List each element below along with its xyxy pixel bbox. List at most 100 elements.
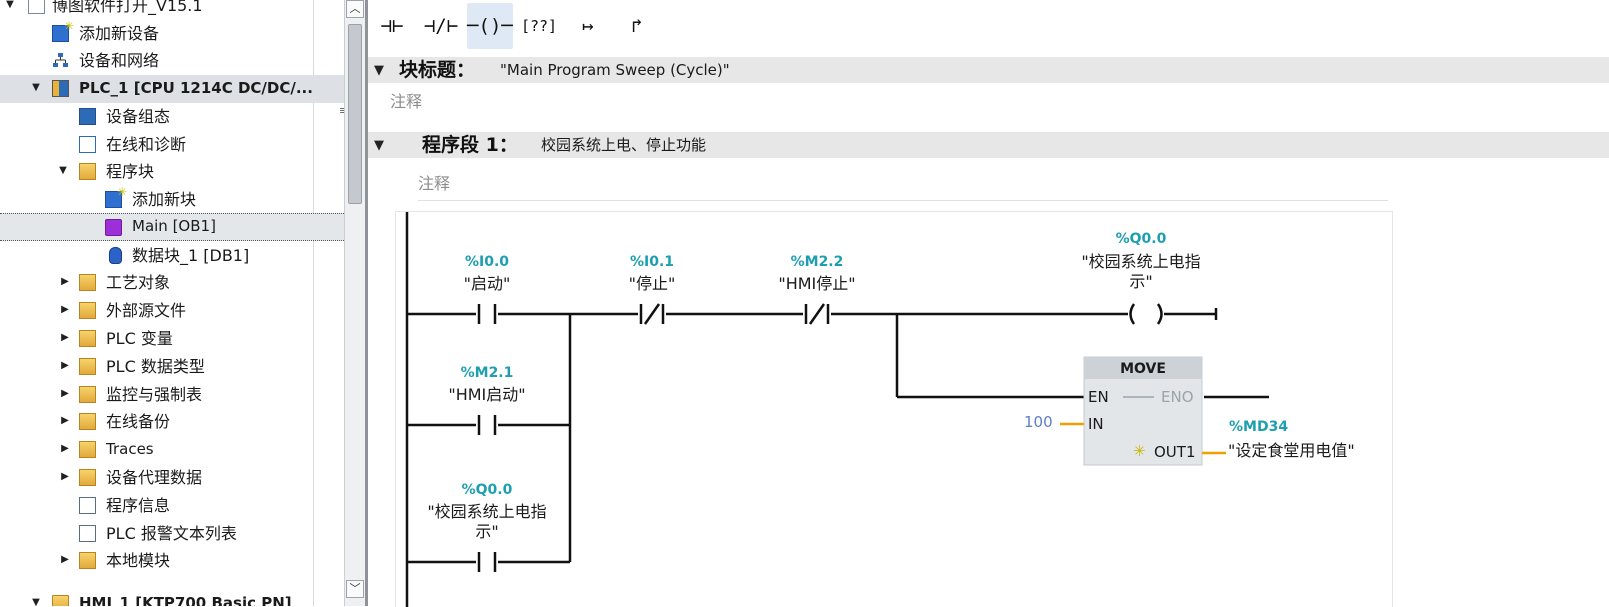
network-title-value[interactable]: 校园系统上电、停止功能 <box>541 136 706 154</box>
tree-item-online-diagnostics[interactable]: 在线和诊断 <box>0 131 344 159</box>
external-source-icon <box>79 302 96 319</box>
coil-address[interactable]: %Q0.0 <box>1091 231 1191 247</box>
tree-item-devices-networks[interactable]: 设备和网络 <box>0 47 344 75</box>
tree-scrollbar[interactable]: ︿ ﹀ <box>344 0 365 606</box>
contact-address[interactable]: %I0.1 <box>602 254 702 270</box>
tree-item-online-backup[interactable]: ▶ 在线备份 <box>0 408 344 436</box>
expand-arrow-icon[interactable]: ▶ <box>59 443 71 455</box>
contact-address[interactable]: %Q0.0 <box>437 482 537 498</box>
block-title-bar[interactable]: ▼ 块标题： "Main Program Sweep (Cycle)" <box>368 57 1609 83</box>
tree-item-add-device[interactable]: 添加新设备 <box>0 19 344 48</box>
coil-tag[interactable]: "校园系统上电指 <box>1061 252 1221 272</box>
collapse-arrow-icon[interactable]: ▼ <box>30 597 42 606</box>
contact-tag[interactable]: "校园系统上电指 <box>412 502 562 522</box>
move-in-pin: IN <box>1088 415 1104 433</box>
tree-item-plc-tags[interactable]: ▶ PLC 变量 <box>0 325 344 353</box>
tree-item-label: 外部源文件 <box>106 301 187 320</box>
tree-item-hmi1[interactable]: ▼ HMI_1 [KTP700 Basic PN] <box>0 590 344 606</box>
plc-data-types-icon <box>79 358 96 375</box>
contact-tag[interactable]: "HMI停止" <box>757 274 877 294</box>
tree-item-label: 设备代理数据 <box>106 468 203 487</box>
collapse-arrow-icon[interactable]: ▼ <box>4 0 16 11</box>
move-out-pin: OUT1 <box>1154 443 1196 461</box>
tree-item-db1[interactable]: 数据块_1 [DB1] <box>0 242 344 270</box>
expand-arrow-icon[interactable]: ▶ <box>59 415 71 427</box>
move-out-address[interactable]: %MD34 <box>1229 419 1288 435</box>
hmi-icon <box>52 595 69 606</box>
tree-item-program-blocks[interactable]: ▼ 程序块 <box>0 158 344 186</box>
expand-arrow-icon[interactable]: ▶ <box>59 388 71 400</box>
block-comment[interactable]: 注释 <box>390 88 422 112</box>
ladder-wiring <box>405 212 1269 607</box>
tree-item-label: 本地模块 <box>106 551 171 570</box>
tree-item-tech-objects[interactable]: ▶ 工艺对象 <box>0 269 344 297</box>
alarm-text-icon <box>79 525 96 542</box>
tree-item-device-config[interactable]: 设备组态 <box>0 103 344 131</box>
expand-arrow-icon[interactable]: ▶ <box>59 471 71 483</box>
tree-item-external-sources[interactable]: ▶ 外部源文件 <box>0 297 344 325</box>
expand-arrow-icon[interactable]: ▶ <box>59 304 71 316</box>
contact-tag[interactable]: "停止" <box>602 274 702 294</box>
tree-item-add-block[interactable]: 添加新块 <box>0 185 344 214</box>
empty-box-icon[interactable]: [??] <box>516 3 562 49</box>
tree-item-program-info[interactable]: 程序信息 <box>0 492 344 520</box>
contact-address[interactable]: %M2.2 <box>767 254 867 270</box>
collapse-arrow-icon[interactable]: ▼ <box>30 82 42 94</box>
program-blocks-folder-icon <box>79 163 96 180</box>
network-title-bar[interactable]: ▼ 程序段 1： 校园系统上电、停止功能 <box>368 132 1609 158</box>
device-proxy-icon <box>79 469 96 486</box>
tree-item-traces[interactable]: ▶ Traces <box>0 436 344 464</box>
tree-item-label: HMI_1 [KTP700 Basic PN] <box>79 594 292 606</box>
contact-address[interactable]: %I0.0 <box>437 254 537 270</box>
diagnostics-icon <box>79 136 96 153</box>
technology-objects-icon <box>79 274 96 291</box>
expand-arrow-icon[interactable]: ▶ <box>59 554 71 566</box>
tree-item-label: PLC 报警文本列表 <box>106 524 237 543</box>
scroll-up-icon[interactable]: ︿ <box>346 0 364 18</box>
add-block-icon <box>105 185 127 208</box>
no-contact-icon[interactable]: ⊣⊢ <box>369 3 415 49</box>
move-block-title[interactable]: MOVE <box>1084 361 1202 377</box>
project-tree: ▼ 博图软件打开_V15.1 添加新设备 设备和网络 ▼ PLC_1 [CPU … <box>0 0 345 606</box>
ladder-network[interactable]: %I0.0 "启动" %I0.1 "停止" %M2.2 "HMI停止" %M2.… <box>395 211 1393 607</box>
tree-item-project[interactable]: ▼ 博图软件打开_V15.1 <box>0 0 344 20</box>
open-branch-icon[interactable]: ↦ <box>565 3 611 49</box>
collapse-arrow-icon[interactable]: ▼ <box>57 165 69 177</box>
expand-arrow-icon[interactable]: ▶ <box>59 332 71 344</box>
contact-tag[interactable]: 示" <box>412 522 562 542</box>
tree-item-alarm-text[interactable]: PLC 报警文本列表 <box>0 520 344 548</box>
tree-item-local-modules[interactable]: ▶ 本地模块 <box>0 547 344 575</box>
tree-item-label: 在线和诊断 <box>106 135 187 154</box>
expand-arrow-icon[interactable]: ▶ <box>59 360 71 372</box>
close-branch-icon[interactable]: ↱ <box>614 3 660 49</box>
move-out-tag[interactable]: "设定食堂用电值" <box>1228 441 1355 461</box>
expand-arrow-icon[interactable]: ▶ <box>59 276 71 288</box>
tree-item-label: 程序信息 <box>106 496 171 515</box>
tree-item-watch-tables[interactable]: ▶ 监控与强制表 <box>0 381 344 409</box>
scrollbar-thumb[interactable] <box>348 24 362 204</box>
collapse-arrow-icon[interactable]: ▼ <box>374 63 384 78</box>
tree-item-label: 工艺对象 <box>106 273 171 292</box>
tree-item-label: 在线备份 <box>106 412 171 431</box>
tree-item-plc1[interactable]: ▼ PLC_1 [CPU 1214C DC/DC/... <box>0 75 344 103</box>
tree-item-label: 程序块 <box>106 162 155 181</box>
block-title-value[interactable]: "Main Program Sweep (Cycle)" <box>500 61 730 79</box>
contact-address[interactable]: %M2.1 <box>437 365 537 381</box>
watch-force-tables-icon <box>79 386 96 403</box>
contact-tag[interactable]: "HMI启动" <box>427 385 547 405</box>
tree-item-main-ob1[interactable]: Main [OB1] <box>0 213 344 241</box>
tree-item-plc-data-types[interactable]: ▶ PLC 数据类型 <box>0 353 344 381</box>
coil-icon[interactable]: ─()─ <box>467 3 513 49</box>
contact-tag[interactable]: "启动" <box>437 274 537 294</box>
coil-tag[interactable]: 示" <box>1061 272 1221 292</box>
move-in-value[interactable]: 100 <box>1024 413 1053 431</box>
tree-item-label: 添加新设备 <box>79 24 160 43</box>
online-backup-icon <box>79 413 96 430</box>
tree-item-label: 设备组态 <box>106 107 171 126</box>
collapse-arrow-icon[interactable]: ▼ <box>374 138 384 153</box>
tree-item-label: 设备和网络 <box>79 51 160 70</box>
scroll-down-icon[interactable]: ﹀ <box>346 580 364 598</box>
nc-contact-icon[interactable]: ⊣/⊢ <box>418 3 464 49</box>
network-comment[interactable]: 注释 <box>418 170 1388 201</box>
tree-item-device-proxy[interactable]: ▶ 设备代理数据 <box>0 464 344 492</box>
